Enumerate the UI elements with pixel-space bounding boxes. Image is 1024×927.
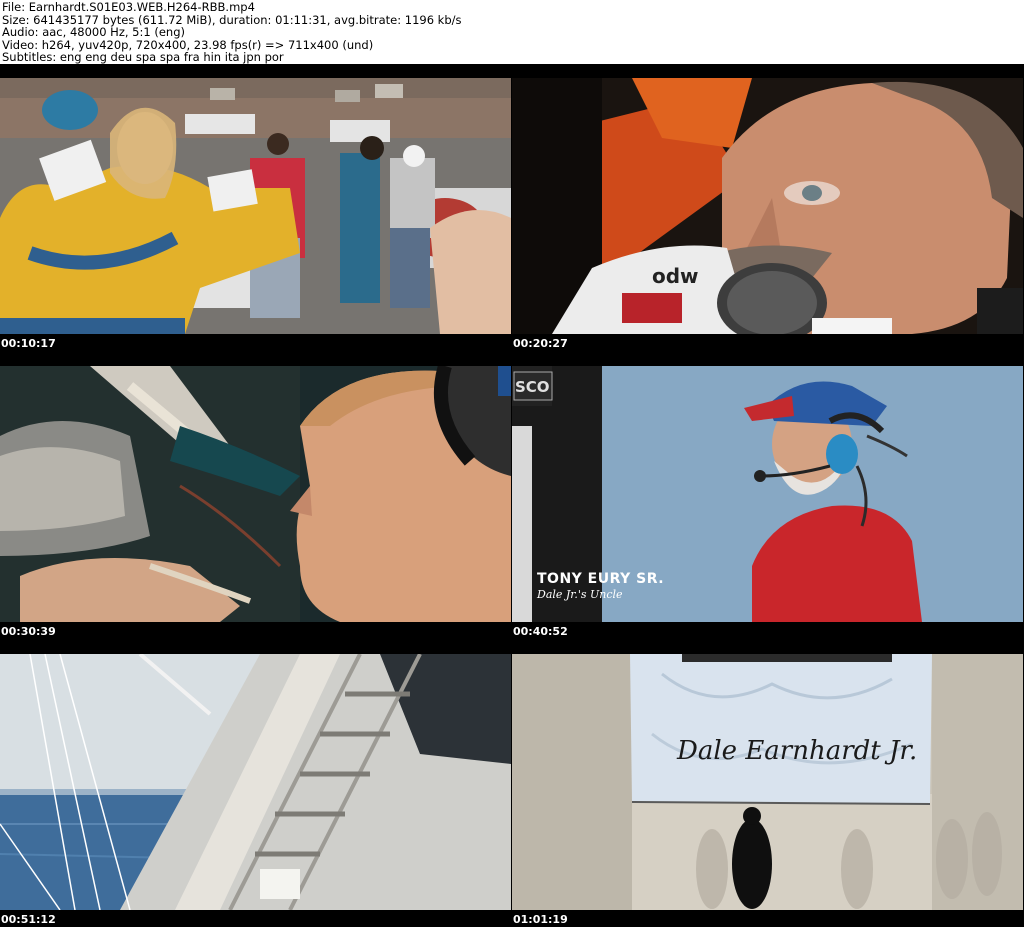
thumbnail-cell[interactable]: 00:51:12	[0, 640, 512, 927]
person-name: TONY EURY SR.	[537, 571, 665, 587]
file-name-line: File: Earnhardt.S01E03.WEB.H264-RBB.mp4	[2, 0, 255, 14]
video-frame: Dale Earnhardt Jr.	[512, 654, 1023, 910]
frame-image-crew-headset	[0, 366, 511, 622]
banner-signature: Dale Earnhardt Jr.	[677, 736, 918, 766]
video-frame	[0, 78, 511, 334]
lower-third-caption: TONY EURY SR. Dale Jr.'s Uncle	[537, 571, 664, 601]
sign-text: SCO	[515, 378, 550, 396]
video-frame	[0, 366, 511, 622]
svg-text:odw: odw	[652, 264, 699, 288]
person-relation: Dale Jr.'s Uncle	[537, 588, 623, 601]
subtitles-info-line: Subtitles: eng eng deu spa spa fra hin i…	[2, 50, 284, 65]
video-frame	[0, 654, 511, 910]
frame-image-boat-ladder	[0, 654, 511, 910]
timestamp-label: 00:51:12	[1, 913, 56, 926]
video-frame: odw	[512, 78, 1023, 334]
frame-image-driver-closeup: odw	[512, 78, 1023, 334]
video-frame: SCO TONY EURY SR. Dale Jr.'s Uncle	[512, 366, 1023, 622]
thumbnail-cell[interactable]: 00:10:17	[0, 64, 512, 351]
timestamp-label: 00:30:39	[1, 625, 56, 638]
frame-image-pit-scene	[0, 78, 511, 334]
timestamp-label: 00:10:17	[1, 337, 56, 350]
timestamp-label: 00:20:27	[513, 337, 568, 350]
audio-info-line: Audio: aac, 48000 Hz, 5:1 (eng)	[2, 25, 185, 40]
timestamp-label: 00:40:52	[513, 625, 568, 638]
frame-image-signed-banner	[512, 654, 1023, 910]
thumbnail-cell[interactable]: SCO TONY EURY SR. Dale Jr.'s Uncle 00:40…	[512, 352, 1024, 639]
thumbnail-cell[interactable]: Dale Earnhardt Jr. 01:01:19	[512, 640, 1024, 927]
thumbnail-grid: 00:10:17 odw 00:20:27 00:30:39 SCO TONY …	[0, 64, 1024, 927]
thumbnail-cell[interactable]: odw 00:20:27	[512, 64, 1024, 351]
thumbnail-cell[interactable]: 00:30:39	[0, 352, 512, 639]
timestamp-label: 01:01:19	[513, 913, 568, 926]
file-info-header: File: Earnhardt.S01E03.WEB.H264-RBB.mp4 …	[0, 0, 1024, 64]
